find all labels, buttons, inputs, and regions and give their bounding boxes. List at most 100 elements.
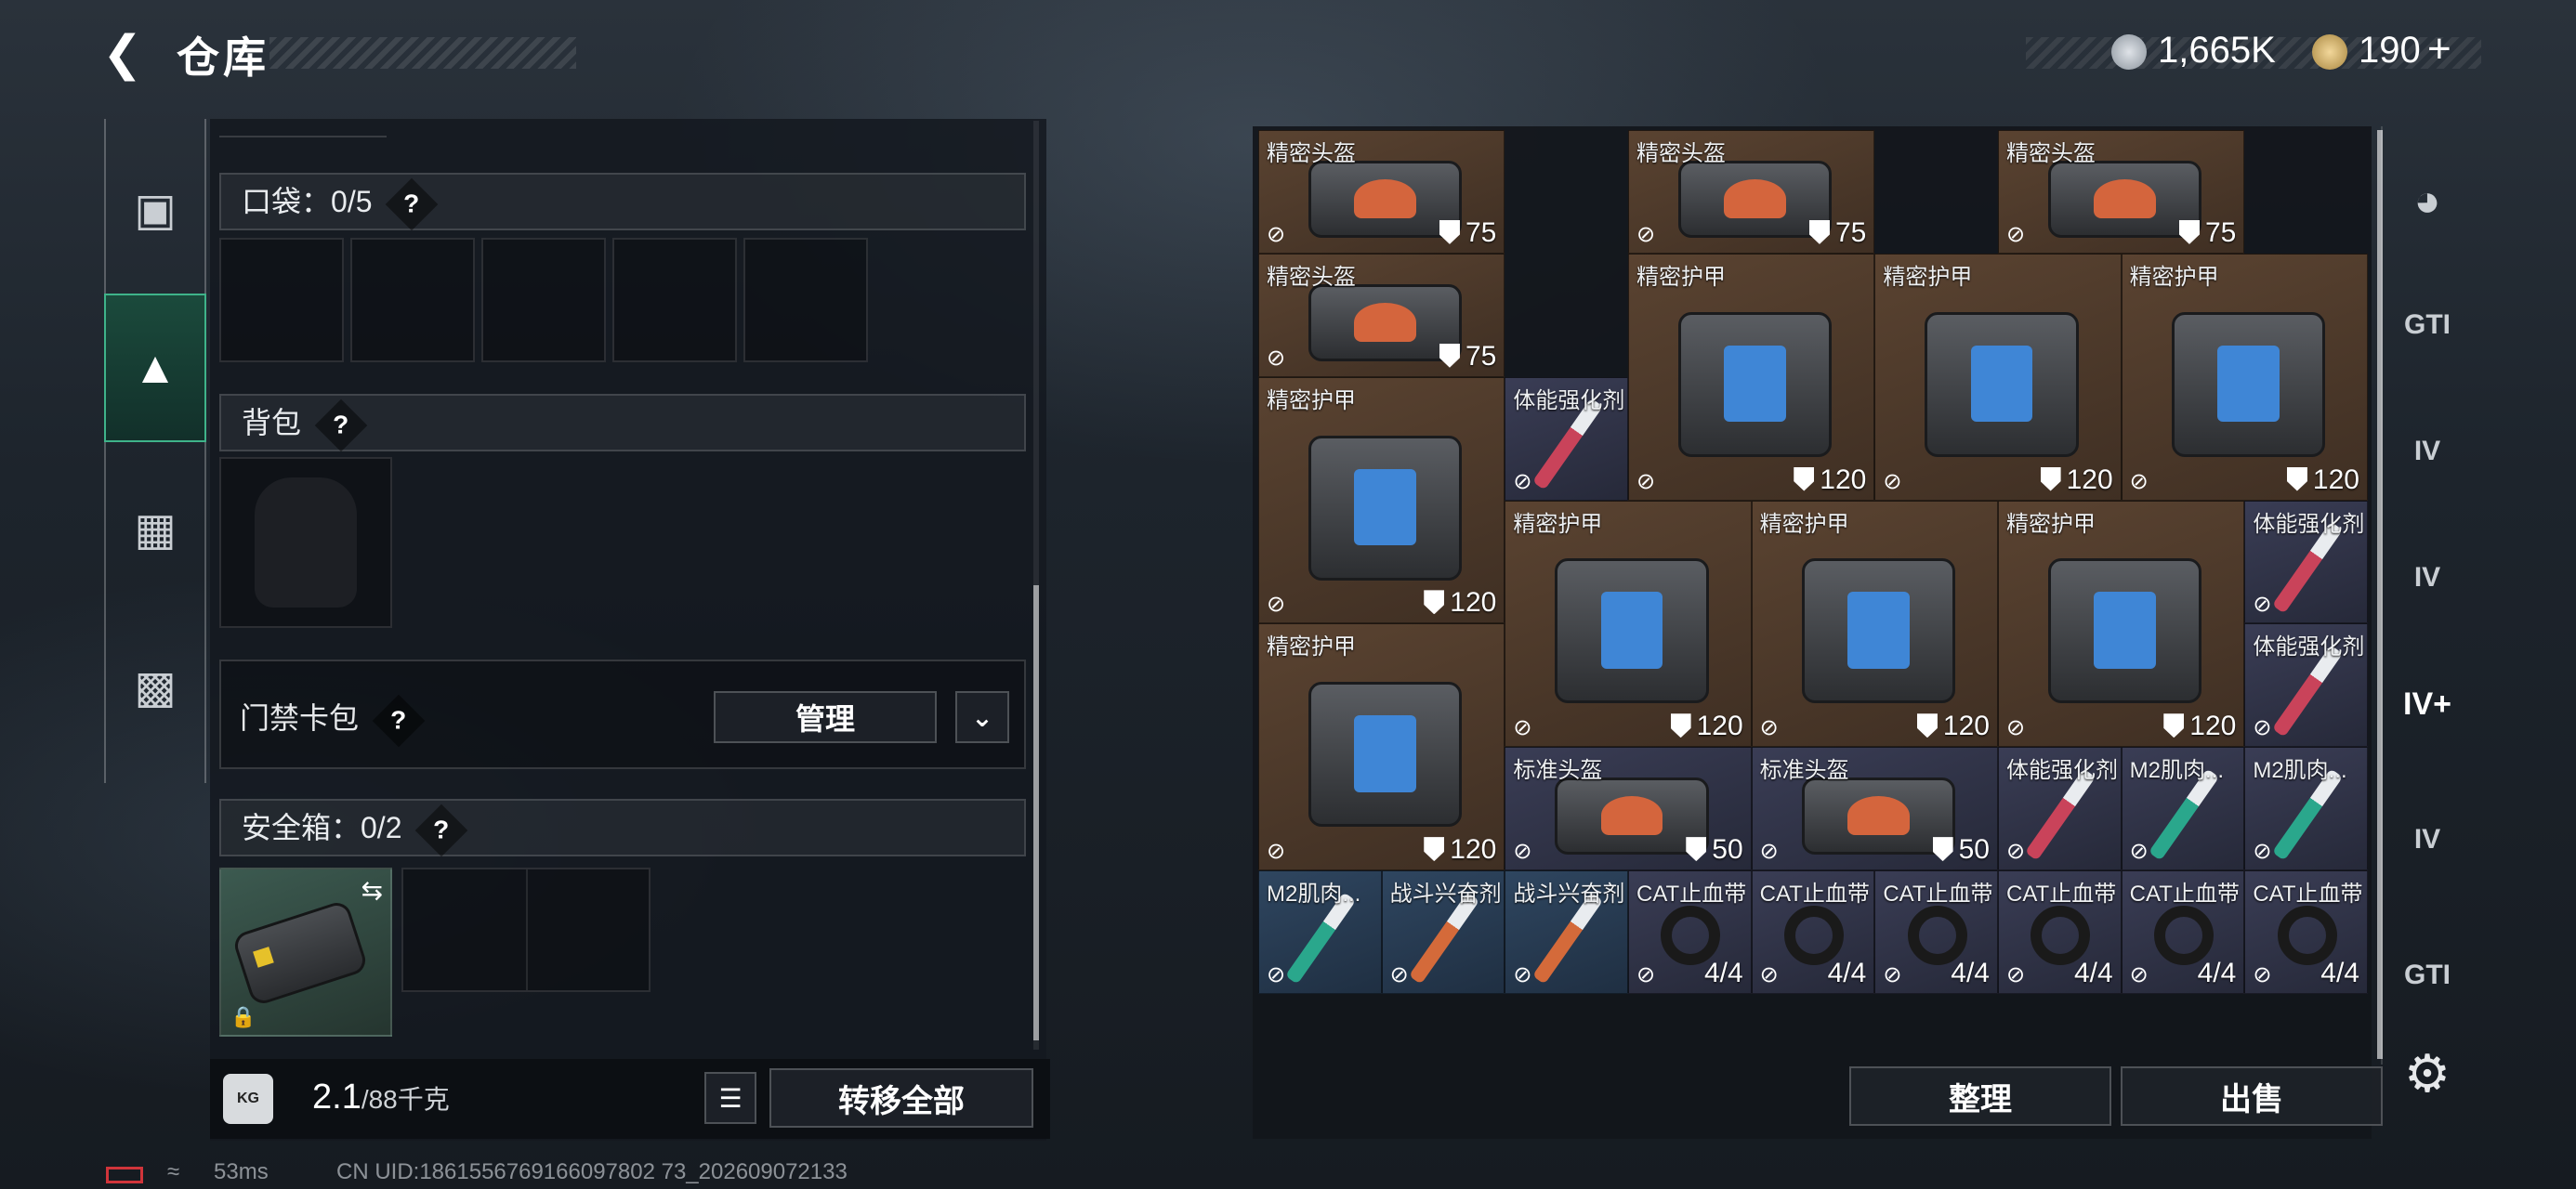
iv-box-icon[interactable]: IV [2390,803,2464,877]
gun-icon[interactable]: ▣ [104,136,206,284]
item-name: 战斗兴奋剂 [1513,882,1625,908]
manage-button[interactable]: 管理 [714,691,937,743]
inventory-item-tourniquet[interactable]: CAT止血带 ⊘ 4/4 [1628,870,1752,994]
inventory-item-helmet[interactable]: 精密头盔 ⊘ 75 [1258,253,1505,377]
inventory-item-armor[interactable]: 精密护甲 ⊘ 120 [1751,500,1998,748]
inventory-item-armor[interactable]: 精密护甲 ⊘ 120 [1505,500,1752,748]
inventory-item-armor[interactable]: 精密护甲 ⊘ 120 [1628,253,1875,501]
safebox-item-icon [230,898,370,1008]
weight-current: 2.1 [312,1078,361,1117]
add-currency-button[interactable]: + [2427,26,2451,72]
backpack-slot[interactable] [219,457,392,628]
inventory-item-tourniquet[interactable]: CAT止血带 ⊘ 4/4 [2121,870,2245,994]
inventory-item-syringe[interactable]: 战斗兴奋剂 ⊘ [1381,870,1505,994]
item-name: 精密头盔 [1267,141,1356,166]
toolbox-icon[interactable]: ▩ [104,613,206,762]
page-title: 仓库 [177,33,269,82]
safebox-slot[interactable] [401,868,651,992]
swap-icon[interactable]: ⇆ [361,875,383,906]
safebox-slot[interactable]: ⇆ 🔒 [219,868,392,1037]
no-lock-icon: ⊘ [1636,221,1656,247]
iv-box-icon[interactable]: IV [2390,414,2464,489]
inventory-item-syringe[interactable]: 体能强化剂 ⊘ [2244,623,2368,748]
inventory-item-syringe[interactable]: 体能强化剂 ⊘ [1505,376,1628,501]
inventory-item-tourniquet[interactable]: CAT止血带 ⊘ 4/4 [1874,870,1998,994]
inventory-item-armor[interactable]: 精密护甲 ⊘ 120 [1998,500,2245,748]
scrollbar-thumb[interactable] [1033,585,1039,1040]
shield-icon [1932,837,1953,862]
inventory-item-armor[interactable]: 精密护甲 ⊘ 120 [1874,253,2122,501]
inventory-item-syringe[interactable]: M2肌肉... ⊘ [2121,747,2245,871]
inventory-item-tourniquet[interactable]: CAT止血带 ⊘ 4/4 [1998,870,2122,994]
item-name: M2肌肉... [2129,758,2224,784]
inventory-item-helmet[interactable]: 标准头盔 ⊘ 50 [1505,747,1752,871]
shield-icon [1794,466,1815,491]
inventory-item-syringe[interactable]: M2肌肉... ⊘ [1258,870,1382,994]
chevron-down-icon[interactable]: ⌄ [955,691,1009,743]
inventory-item-armor[interactable]: 精密护甲 ⊘ 120 [1258,376,1505,624]
help-icon[interactable]: ? [314,399,368,451]
item-name: CAT止血带 [2129,882,2240,908]
list-view-icon[interactable]: ☰ [704,1072,756,1124]
inventory-item-tourniquet[interactable]: CAT止血带 ⊘ 4/4 [1751,870,1875,994]
iv-add-icon[interactable]: IV+ [2390,667,2464,741]
inventory-item-syringe[interactable]: 体能强化剂 ⊘ [1998,747,2122,871]
inventory-item-syringe[interactable]: 体能强化剂 ⊘ [2244,500,2368,624]
title-decoration [269,37,576,69]
iv-box-icon[interactable]: IV [2390,541,2464,615]
backpack-icon[interactable]: ▲ [104,294,206,442]
item-value: 120 [1450,587,1497,619]
inventory-item-tourniquet[interactable]: CAT止血带 ⊘ 4/4 [2244,870,2368,994]
transfer-all-button[interactable]: 转移全部 [769,1068,1033,1128]
sell-button[interactable]: 出售 [2121,1066,2383,1126]
inventory-item-syringe[interactable]: M2肌肉... ⊘ [2244,747,2368,871]
item-value: 4/4 [1951,957,1990,988]
help-icon[interactable]: ? [386,177,439,230]
wifi-icon: ≈ [167,1159,180,1184]
tourniquet-icon [1661,905,1721,965]
backpack-label: 背包 [242,406,302,439]
inventory-item-helmet[interactable]: 标准头盔 ⊘ 50 [1751,747,1998,871]
pocket-slot[interactable] [481,238,606,362]
gti-box-icon[interactable]: GTI [2390,288,2464,362]
pocket-slot[interactable] [743,238,868,362]
no-lock-icon: ⊘ [1267,221,1286,247]
settings-gear-icon[interactable]: ⚙ [2390,1037,2464,1111]
armor-case-icon [1308,435,1463,581]
pocket-separator: / [347,185,356,218]
item-value: 120 [1820,464,1867,495]
item-uses: 4/4 [2074,958,2113,989]
vest-icon[interactable]: ▦ [104,455,206,604]
item-uses: 4/4 [2198,958,2237,989]
help-icon[interactable]: ? [372,694,426,747]
inventory-item-helmet[interactable]: 精密头盔 ⊘ 75 [1998,130,2245,254]
back-arrow-icon[interactable]: ❮ [102,28,158,80]
inventory-item-armor[interactable]: 精密护甲 ⊘ 120 [2121,253,2368,501]
weight-icon: KG [223,1074,273,1124]
item-durability: 50 [1686,834,1743,866]
pocket-header: 口袋：0/5 ? [219,173,1026,230]
item-name: M2肌肉... [2253,758,2347,784]
item-value: 4/4 [1827,957,1867,988]
inventory-item-helmet[interactable]: 精密头盔 ⊘ 75 [1258,130,1505,254]
inventory-item-armor[interactable]: 精密护甲 ⊘ 120 [1258,623,1505,871]
item-durability: 75 [2178,216,2237,249]
helmet-icon[interactable]: ◕ [2390,163,2464,238]
pocket-slot[interactable] [350,238,475,362]
item-name: CAT止血带 [2253,882,2363,908]
help-icon[interactable]: ? [415,804,468,856]
sort-button[interactable]: 整理 [1849,1066,2111,1126]
pocket-slot[interactable] [612,238,737,362]
backpack-header: 背包 ? [219,394,1026,451]
shield-icon [2040,466,2061,491]
item-name: 精密头盔 [1636,141,1726,166]
item-value: 75 [2204,216,2237,248]
shield-icon [2163,713,2185,738]
pocket-slot[interactable] [219,238,344,362]
item-name: 精密护甲 [2129,264,2219,290]
inventory-item-syringe[interactable]: 战斗兴奋剂 ⊘ [1505,870,1628,994]
gti-box-icon[interactable]: GTI [2390,938,2464,1013]
inventory-item-helmet[interactable]: 精密头盔 ⊘ 75 [1628,130,1875,254]
no-lock-icon: ⊘ [1636,961,1656,987]
item-uses: 4/4 [1951,958,1990,989]
